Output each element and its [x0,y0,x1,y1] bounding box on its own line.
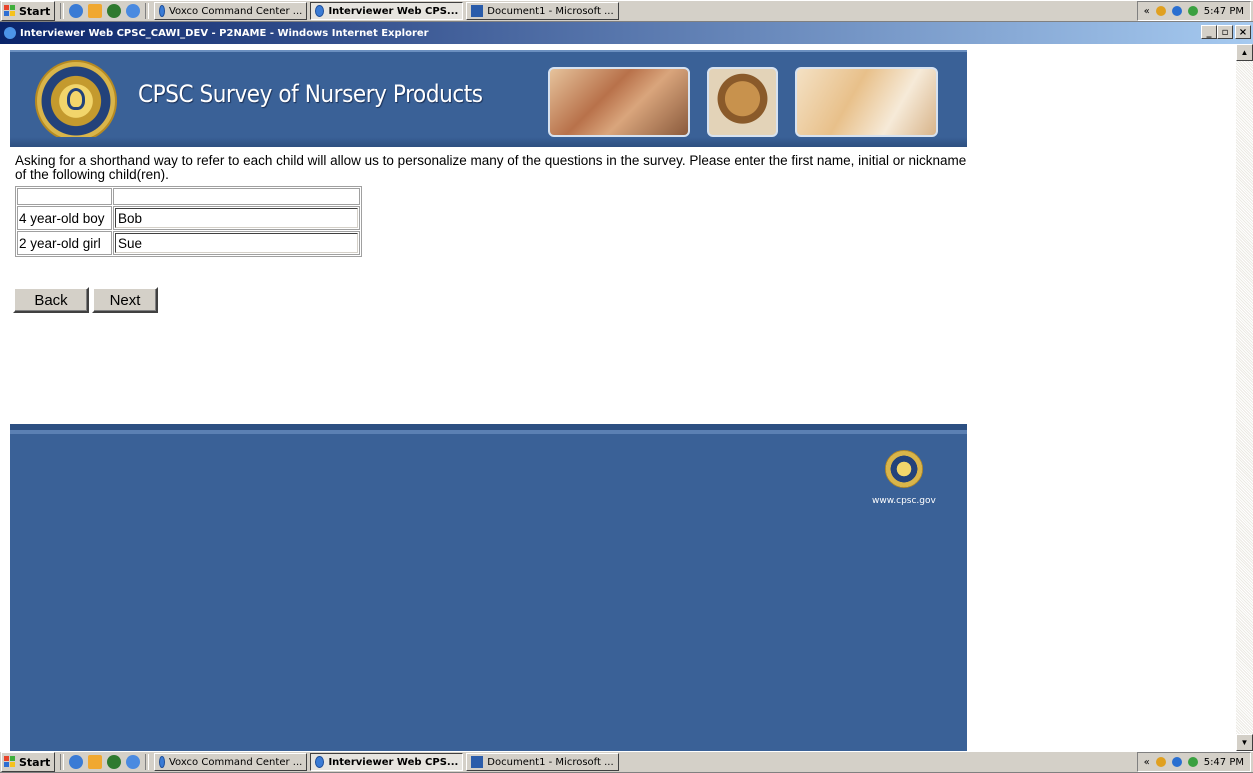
outlook-quicklaunch-icon[interactable] [88,4,103,18]
page-footer: www.cpsc.gov [10,424,967,751]
task-voxco[interactable]: Voxco Command Center ... [154,2,308,20]
footer-url[interactable]: www.cpsc.gov [872,496,936,506]
table-row: 4 year-old boy [17,206,360,230]
task-label: Voxco Command Center ... [168,5,303,17]
scroll-up-arrow[interactable]: ▲ [1236,44,1253,61]
ie-quicklaunch-icon[interactable] [69,755,84,769]
window-titlebar[interactable]: Interviewer Web CPSC_CAWI_DEV - P2NAME -… [0,22,1253,44]
refresh-quicklaunch-icon[interactable] [126,4,141,18]
taskbar-separator [145,3,150,19]
outlook-quicklaunch-icon[interactable] [88,755,103,769]
ie-icon [159,756,165,768]
family-photo [548,67,690,137]
children-photo [795,67,938,137]
clock[interactable]: 5:47 PM [1204,6,1244,17]
minimize-button[interactable]: _ [1201,25,1217,39]
page-header: CPSC Survey of Nursery Products [10,50,967,147]
child-label: 4 year-old boy [17,206,112,230]
window-controls: _ ▫ × [1201,25,1251,39]
quick-launch [69,4,141,18]
maximize-button[interactable]: ▫ [1217,25,1233,39]
start-button[interactable]: Start [1,752,56,772]
browser-viewport: CPSC Survey of Nursery Products Asking f… [0,44,1236,751]
task-label: Interviewer Web CPS... [328,5,459,17]
taskbar-separator [60,754,65,770]
messenger-icon[interactable] [1187,757,1198,767]
taskbar-bottom: Start Voxco Command Center ... Interview… [0,751,1253,773]
cpsc-seal-logo [35,60,117,142]
survey-page: CPSC Survey of Nursery Products Asking f… [10,50,967,751]
tray-expand-chevron[interactable]: « [1144,6,1150,17]
security-icon[interactable] [1171,6,1182,16]
child-1-name-input[interactable] [115,208,358,228]
table-cell [113,188,360,205]
system-tray: « 5:47 PM [1136,1,1251,21]
task-interviewer-web[interactable]: Interviewer Web CPS... [310,753,464,771]
children-names-table: 4 year-old boy 2 year-old girl [15,186,362,257]
child-2-name-input[interactable] [115,233,358,253]
back-button[interactable]: Back [13,287,89,313]
security-icon[interactable] [1171,757,1182,767]
quick-launch [69,755,141,769]
task-interviewer-web[interactable]: Interviewer Web CPS... [310,2,464,20]
task-label: Interviewer Web CPS... [328,756,459,768]
ie-icon [315,756,325,768]
seal-emblem-icon [67,88,85,110]
navigation-buttons: Back Next [13,287,967,313]
ie-icon [315,5,325,17]
messenger-icon[interactable] [1187,6,1198,16]
network-icon[interactable] [1155,757,1166,767]
site-title: CPSC Survey of Nursery Products [138,80,483,108]
system-tray: « 5:47 PM [1136,752,1251,772]
task-label: Document1 - Microsoft ... [487,5,614,17]
media-player-quicklaunch-icon[interactable] [107,755,122,769]
table-cell [17,188,112,205]
table-cell [113,231,360,255]
next-button[interactable]: Next [92,287,158,313]
media-player-quicklaunch-icon[interactable] [107,4,122,18]
window-title: Interviewer Web CPSC_CAWI_DEV - P2NAME -… [20,27,429,39]
ie-icon [159,5,165,17]
windows-flag-icon [4,5,16,17]
taskbar-top: Start Voxco Command Center ... Interview… [0,0,1253,22]
scroll-down-arrow[interactable]: ▼ [1236,734,1253,751]
ie-quicklaunch-icon[interactable] [69,4,84,18]
table-cell [113,206,360,230]
tray-expand-chevron[interactable]: « [1144,757,1150,768]
teddy-bear-photo [707,67,778,137]
vertical-scrollbar[interactable]: ▲ ▼ [1236,44,1253,751]
question-text: Asking for a shorthand way to refer to e… [15,153,967,182]
child-label: 2 year-old girl [17,231,112,255]
task-voxco[interactable]: Voxco Command Center ... [154,753,308,771]
task-document1[interactable]: Document1 - Microsoft ... [466,2,620,20]
task-document1[interactable]: Document1 - Microsoft ... [466,753,620,771]
network-icon[interactable] [1155,6,1166,16]
word-icon [471,756,484,768]
start-label: Start [19,4,51,18]
taskbar-separator [145,754,150,770]
task-label: Voxco Command Center ... [168,756,303,768]
windows-flag-icon [4,756,16,768]
start-label: Start [19,755,51,769]
close-button[interactable]: × [1235,25,1251,39]
cpsc-footer-seal-logo [885,450,923,488]
table-header-row [17,188,360,205]
word-icon [471,5,484,17]
clock[interactable]: 5:47 PM [1204,757,1244,768]
ie-icon [4,27,16,39]
table-row: 2 year-old girl [17,231,360,255]
taskbar-separator [60,3,65,19]
refresh-quicklaunch-icon[interactable] [126,755,141,769]
task-label: Document1 - Microsoft ... [487,756,614,768]
start-button[interactable]: Start [1,1,56,21]
